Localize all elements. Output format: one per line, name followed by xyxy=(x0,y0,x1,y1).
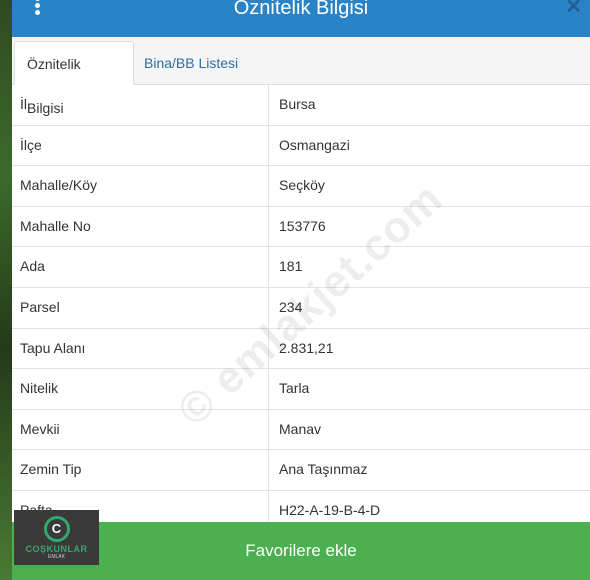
agency-logo: C COŞKUNLAR EMLAK xyxy=(14,510,99,565)
row-value: 234 xyxy=(279,298,303,315)
table-row: Mahalle No 153776 xyxy=(12,206,590,248)
logo-subtitle: EMLAK xyxy=(48,554,65,560)
row-key: Mahalle/Köy xyxy=(20,177,98,194)
row-key: İl xyxy=(20,96,27,112)
row-value: Seçköy xyxy=(279,177,325,194)
table-row: İl Bursa xyxy=(12,85,590,126)
row-value: Osmangazi xyxy=(279,136,350,153)
map-background-strip xyxy=(0,0,12,580)
row-key: İlçe xyxy=(20,136,42,153)
attribute-info-panel: Öznitelik Bilgisi ✕ Öznitelik Bilgisi Bi… xyxy=(12,0,590,580)
row-key: Tapu Alanı xyxy=(20,339,86,356)
tab-building-list[interactable]: Bina/BB Listesi xyxy=(132,41,250,83)
table-row: Ada 181 xyxy=(12,247,590,288)
row-value: Bursa xyxy=(279,96,316,112)
tab-bar: Öznitelik Bilgisi Bina/BB Listesi xyxy=(12,37,590,116)
row-value: Manav xyxy=(279,420,322,437)
row-key: Mahalle No xyxy=(20,217,91,234)
row-key: Mevkii xyxy=(20,420,60,437)
row-key: Parsel xyxy=(20,298,60,315)
table-row: Mevkii Manav xyxy=(12,409,590,451)
row-value: 2.831,21 xyxy=(279,339,334,356)
table-row: Parsel 234 xyxy=(12,287,590,329)
table-row: Zemin Tip Ana Taşınmaz xyxy=(12,450,590,491)
row-value: 153776 xyxy=(279,217,326,234)
logo-mark-icon: C xyxy=(43,516,70,542)
panel-title: Öznitelik Bilgisi xyxy=(233,0,369,19)
table-row: Mahalle/Köy Seçköy xyxy=(12,166,590,207)
table-row: Nitelik Tarla xyxy=(12,369,590,410)
row-value: Tarla xyxy=(279,380,310,397)
table-row: İlçe Osmangazi xyxy=(12,125,590,167)
close-icon[interactable]: ✕ xyxy=(565,0,582,20)
table-row: Tapu Alanı 2.831,21 xyxy=(12,328,590,370)
row-key: Zemin Tip xyxy=(20,461,82,478)
row-key: Nitelik xyxy=(20,380,59,397)
row-key: Ada xyxy=(20,258,45,275)
tab-attribute-info[interactable]: Öznitelik Bilgisi xyxy=(14,41,134,116)
attribute-table: İl Bursa İlçe Osmangazi Mahalle/Köy Seçköy … xyxy=(12,85,590,532)
row-value: 181 xyxy=(279,258,303,275)
panel-header: Öznitelik Bilgisi ✕ xyxy=(12,0,590,37)
logo-name: COŞKUNLAR xyxy=(25,544,88,554)
row-value: Ana Taşınmaz xyxy=(279,461,368,478)
